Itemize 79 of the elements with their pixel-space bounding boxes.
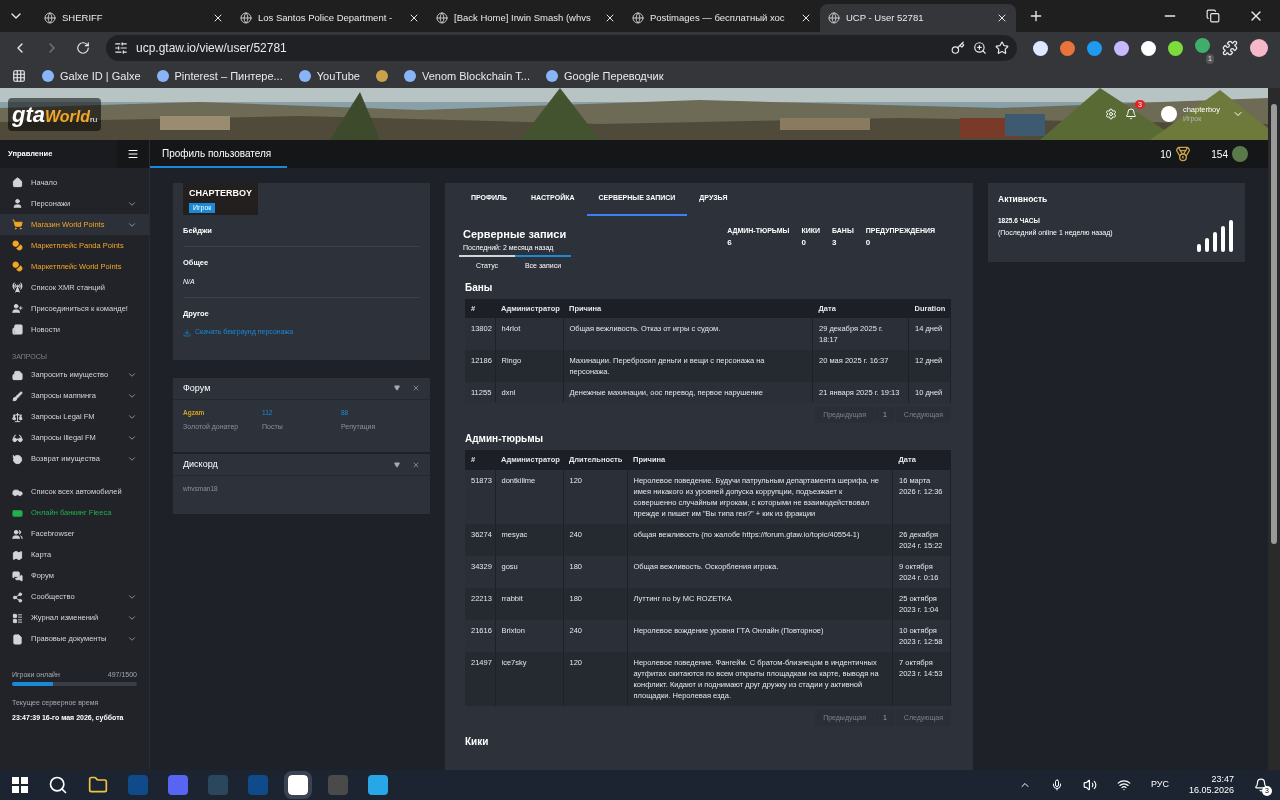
signal-icon [1197,220,1235,252]
globe-icon [44,12,56,24]
windows-icon[interactable] [12,777,28,793]
close-icon[interactable] [800,12,812,24]
browser-tab[interactable]: UCP - User 52781 [820,4,1016,32]
stat-value: 6 [727,236,733,249]
extension-icon[interactable] [1033,40,1048,56]
apps-icon[interactable] [12,69,26,83]
globe-icon [240,12,252,24]
clock-time: 23:47 [1211,774,1234,785]
favicon-icon [42,70,54,82]
close-icon[interactable] [212,12,224,24]
extension-icon[interactable] [1114,40,1129,56]
network-icon[interactable] [1116,778,1131,792]
download-icon [183,328,191,337]
globe-icon [436,12,448,24]
extensions-icon[interactable] [1222,40,1238,56]
favicon-icon [403,70,416,82]
page-title: Профиль пользователя [150,140,288,168]
card-title: Дискорд [183,457,218,471]
avatar-icon [1232,146,1248,162]
browser-tab[interactable]: [Back Home] Irwin Smash (whvs [428,4,624,32]
speaker-icon[interactable] [1082,778,1097,792]
reload-icon[interactable] [76,41,90,55]
browser-tab[interactable]: SHERIFF [36,4,232,32]
stat-value: 0 [801,236,807,249]
favicon-icon [156,70,169,82]
stat-value: 154 [1211,147,1228,162]
app-icon[interactable] [368,775,388,795]
notification-icon[interactable] [1254,778,1268,792]
profile-name: CHAPTERBOY [189,187,252,200]
menu-icon [127,148,139,160]
new-tab-icon[interactable] [1028,8,1044,24]
bell-icon[interactable] [1124,108,1137,120]
mic-icon[interactable] [1050,779,1063,791]
close-icon[interactable] [604,12,616,24]
folder-icon[interactable] [88,775,108,795]
profile-avatar[interactable] [1250,39,1268,57]
close-icon[interactable] [408,12,420,24]
collapse-icon[interactable] [394,385,400,392]
browser-tab[interactable]: Postimages — бесплатный хос [624,4,820,32]
section-heading: Кики [465,735,490,749]
bookmark-icon[interactable] [375,70,388,82]
bookmark[interactable]: Pinterest – Пинтере... [156,67,283,85]
section-heading: Баны [465,280,494,295]
address-bar[interactable]: ucp.gtaw.io/view/user/52781 [106,35,1017,61]
close-icon[interactable] [996,12,1008,24]
scrollbar[interactable] [1268,88,1280,770]
settings-icon[interactable] [1104,108,1117,120]
collapse-icon[interactable] [394,461,400,468]
zoom-icon[interactable] [973,41,987,55]
globe-icon [828,12,840,24]
extension-icon[interactable] [1168,40,1183,56]
bookmark[interactable]: Venom Blockchain T... [403,67,530,85]
bookmark-star-icon[interactable] [995,41,1009,55]
section-heading: Админ-тюрьмы [465,432,545,447]
key-icon[interactable] [951,41,965,55]
stat-value: 3 [832,236,838,249]
restore-icon[interactable] [1206,9,1220,23]
search-icon[interactable] [48,775,68,795]
site-info-icon[interactable] [114,41,128,55]
records-title: Серверные записи [463,227,567,242]
favicon-icon [545,70,558,82]
bookmark[interactable]: YouTube [298,67,360,85]
bookmark[interactable]: Galxe ID | Galxe [42,67,141,85]
language-indicator[interactable]: РУС [1150,778,1169,792]
globe-icon [632,12,644,24]
extension-icon[interactable] [1141,40,1156,56]
site-logo: gtaWorldru [8,97,102,131]
medal-icon [1175,146,1192,162]
stat-value: 0 [865,236,872,249]
browser-tab[interactable]: Los Santos Police Department - [232,4,428,32]
card-title: Активность [998,193,1049,206]
menu-button[interactable] [117,140,149,168]
stat-value: 10 [1160,147,1172,162]
card-title: Форум [183,381,211,395]
favicon-icon [298,70,311,82]
clock-date: 16.05.2026 [1188,785,1234,796]
bookmark[interactable]: Google Переводчик [545,67,664,85]
